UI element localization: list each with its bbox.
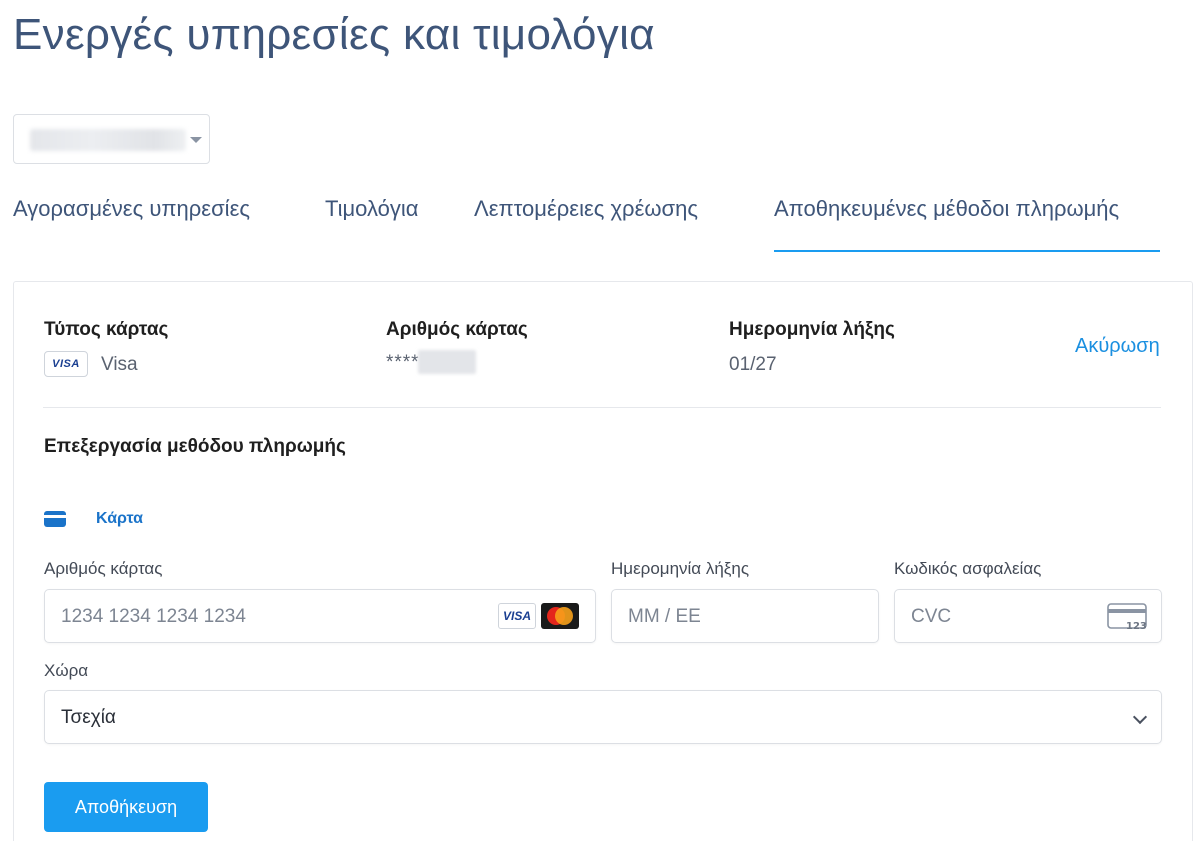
divider	[43, 407, 1161, 408]
expiry-field-label: Ημερομηνία λήξης	[611, 559, 750, 578]
page: Ενεργές υπηρεσίες και τιμολόγια Αγορασμέ…	[0, 0, 1194, 841]
expiry-input[interactable]: MM / ΕΕ	[611, 589, 879, 643]
cvc-icon-text: 123	[1126, 621, 1147, 631]
cancel-link[interactable]: Ακύρωση	[1075, 335, 1160, 358]
account-select[interactable]	[13, 114, 210, 164]
payment-method-panel: Τύπος κάρτας VISA Visa Αριθμός κάρτας **…	[13, 281, 1193, 841]
card-number-value: ****	[386, 352, 420, 373]
visa-icon: VISA	[498, 603, 536, 629]
country-select[interactable]: Τσεχία	[44, 690, 1162, 744]
expiry-label: Ημερομηνία λήξης	[729, 319, 895, 340]
chevron-down-icon	[1132, 709, 1148, 725]
card-type-value: Visa	[101, 354, 138, 375]
expiry-placeholder: MM / ΕΕ	[628, 606, 701, 627]
mastercard-icon	[541, 603, 579, 629]
page-title: Ενεργές υπηρεσίες και τιμολόγια	[13, 10, 655, 59]
tab-billing-details[interactable]: Λεπτομέρειες χρέωσης	[474, 196, 698, 252]
cvc-icon: 123	[1107, 603, 1147, 631]
expiry-value: 01/27	[729, 354, 777, 375]
tab-purchased-services[interactable]: Αγορασμένες υπηρεσίες	[13, 196, 250, 252]
card-icon	[44, 511, 66, 527]
card-tab-label: Κάρτα	[96, 510, 144, 527]
caret-down-icon	[190, 137, 202, 143]
card-type-label: Τύπος κάρτας	[44, 319, 169, 340]
edit-payment-method-title: Επεξεργασία μεθόδου πληρωμής	[44, 436, 346, 457]
tab-invoices[interactable]: Τιμολόγια	[325, 196, 419, 252]
visa-icon: VISA	[44, 351, 88, 377]
cvc-placeholder: CVC	[911, 606, 952, 627]
account-select-value-redacted	[30, 129, 186, 151]
tab-saved-payment-methods[interactable]: Αποθηκευμένες μέθοδοι πληρωμής	[774, 196, 1160, 252]
cvc-field-label: Κωδικός ασφαλείας	[894, 559, 1042, 578]
card-number-field-label: Αριθμός κάρτας	[44, 559, 163, 578]
country-value: Τσεχία	[61, 707, 116, 728]
save-button[interactable]: Αποθήκευση	[44, 782, 208, 832]
card-number-input[interactable]: 1234 1234 1234 1234 VISA	[44, 589, 596, 643]
card-number-redacted	[418, 350, 476, 374]
cvc-input[interactable]: CVC 123	[894, 589, 1162, 643]
card-number-label: Αριθμός κάρτας	[386, 319, 528, 340]
card-number-placeholder: 1234 1234 1234 1234	[61, 606, 246, 627]
country-field-label: Χώρα	[44, 661, 89, 680]
